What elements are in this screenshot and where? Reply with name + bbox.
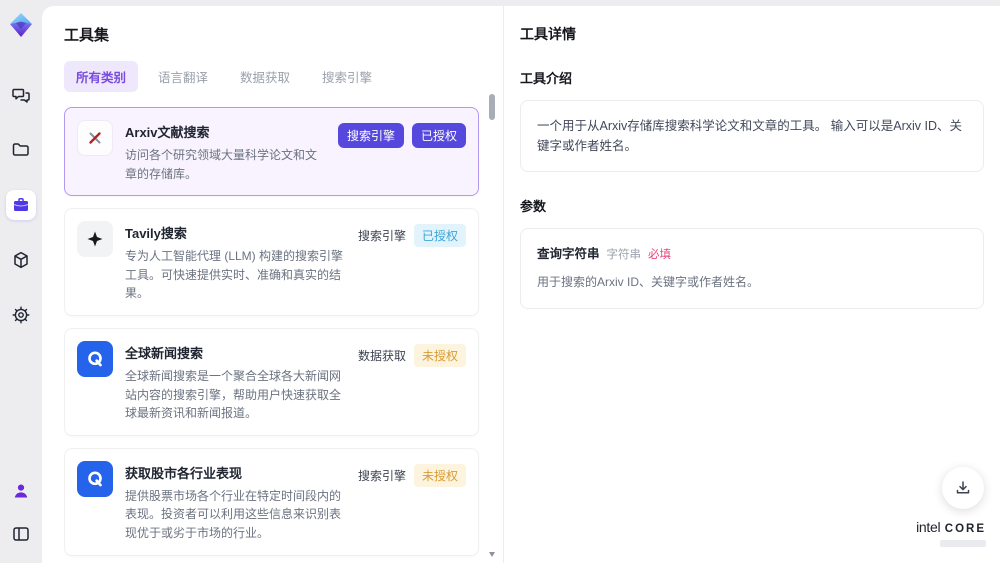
settings-icon: [11, 305, 31, 325]
tool-card[interactable]: Tavily搜索专为人工智能代理 (LLM) 构建的搜索引擎工具。可快速提供实时…: [64, 208, 479, 316]
param-type: 字符串: [606, 249, 642, 261]
tool-auth-badge: 未授权: [413, 463, 466, 487]
tool-auth-badge: 未授权: [413, 343, 466, 367]
tool-card[interactable]: 获取股市各行业表现提供股票市场各个行业在特定时间段内的表现。投资者可以利用这些信…: [64, 447, 479, 556]
category-tabs: 所有类别 语言翻译 数据获取 搜索引擎: [64, 61, 503, 92]
sidebar-item-packages[interactable]: [6, 245, 36, 275]
sidebar-item-panel-toggle[interactable]: [6, 519, 36, 549]
q-logo-icon: [77, 340, 113, 377]
tool-auth-badge: 已授权: [411, 123, 466, 148]
tool-auth-badge: 已授权: [413, 224, 466, 248]
param-description: 用于搜索的Arxiv ID、关键字或作者姓名。: [537, 275, 760, 290]
sidebar-item-settings[interactable]: [6, 300, 36, 330]
tab-1[interactable]: 语言翻译: [146, 61, 220, 92]
intro-heading: 工具介绍: [520, 71, 573, 86]
chat-icon: [11, 85, 31, 105]
tool-detail-pane: 工具详情 工具介绍 一个用于从Arxiv存储库搜索科学论文和文章的工具。 输入可…: [504, 6, 1000, 563]
detail-title: 工具详情: [520, 26, 576, 42]
tool-card[interactable]: Arxiv文献搜索访问各个研究领域大量科学论文和文章的存储库。 搜索引擎 已授权: [64, 107, 479, 197]
intel-core-logo: intel core: [916, 519, 986, 547]
sidebar-item-account[interactable]: [6, 476, 36, 506]
download-icon: [953, 478, 973, 498]
download-button[interactable]: [942, 467, 984, 509]
tools-pane: 工具集 所有类别 语言翻译 数据获取 搜索引擎 Arxiv文献搜索 访问各个研究领域大量…: [42, 6, 503, 563]
app-logo-icon: [6, 10, 36, 40]
tab-2[interactable]: 数据获取: [228, 61, 302, 92]
tool-title: 获取股市各行业表现: [125, 465, 243, 481]
tool-description: 专为人工智能代理 (LLM) 构建的搜索引擎工具。可快速提供实时、准确和真实的结…: [125, 249, 344, 301]
scrollbar-down-arrow[interactable]: [489, 552, 495, 557]
tool-title: 全球新闻搜索: [125, 345, 204, 361]
sidebar-item-tools[interactable]: [6, 190, 36, 220]
tool-card[interactable]: 全球新闻搜索全球新闻搜索是一个聚合全球各大新闻网站内容的搜索引擎，帮助用户快速获…: [64, 327, 479, 436]
intro-box: 一个用于从Arxiv存储库搜索科学论文和文章的工具。 输入可以是Arxiv ID…: [520, 100, 984, 172]
tool-category-badge: 数据获取: [357, 348, 406, 363]
intel-logo-subline: [940, 540, 986, 547]
folder-icon: [11, 140, 31, 160]
tool-title: Arxiv文献搜索: [125, 125, 210, 140]
tool-category-badge: 搜索引擎: [357, 468, 406, 483]
tool-description: 全球新闻搜索是一个聚合全球各大新闻网站内容的搜索引擎，帮助用户快速获取全球最新资…: [125, 368, 342, 421]
core-logo-text: core: [944, 523, 986, 536]
tool-title: Tavily搜索: [125, 226, 187, 242]
briefcase-icon: [11, 195, 31, 215]
tool-list-scrollbar[interactable]: [489, 94, 495, 557]
page-title: 工具集: [64, 27, 110, 44]
intro-text: 一个用于从Arxiv存储库搜索科学论文和文章的工具。 输入可以是Arxiv ID…: [537, 119, 963, 153]
tool-description: 访问各个研究领域大量科学论文和文章的存储库。: [125, 148, 318, 181]
box-icon: [11, 250, 31, 270]
tool-description: 提供股票市场各个行业在特定时间段内的表现。投资者可以利用这些信息来识别表现优于或…: [125, 488, 342, 540]
arxiv-icon: [77, 120, 113, 156]
sidebar-item-files[interactable]: [6, 135, 36, 165]
tavily-icon: [77, 221, 113, 258]
tool-category-badge: 搜索引擎: [357, 229, 406, 244]
tab-3[interactable]: 搜索引擎: [310, 61, 384, 92]
sidebar-item-chat[interactable]: [6, 80, 36, 110]
intel-logo-text: intel: [916, 519, 941, 536]
params-heading: 参数: [520, 199, 547, 214]
scrollbar-thumb[interactable]: [489, 94, 495, 120]
param-name: 查询字符串: [537, 247, 600, 261]
tool-list: Arxiv文献搜索 访问各个研究领域大量科学论文和文章的存储库。 搜索引擎 已授权 Ta…: [64, 107, 503, 561]
sidebar-rail: [0, 0, 42, 563]
param-box: 查询字符串 字符串 必填 用于搜索的Arxiv ID、关键字或作者姓名。: [520, 228, 984, 309]
main-content: 工具集 所有类别 语言翻译 数据获取 搜索引擎 Arxiv文献搜索 访问各个研究领域大量…: [42, 6, 1000, 563]
user-icon: [11, 481, 31, 501]
param-required-badge: 必填: [648, 249, 672, 261]
q-logo-icon: [77, 460, 113, 497]
tool-category-badge: 搜索引擎: [337, 123, 404, 148]
tab-0[interactable]: 所有类别: [64, 61, 139, 92]
layout-panel-icon: [11, 524, 31, 544]
